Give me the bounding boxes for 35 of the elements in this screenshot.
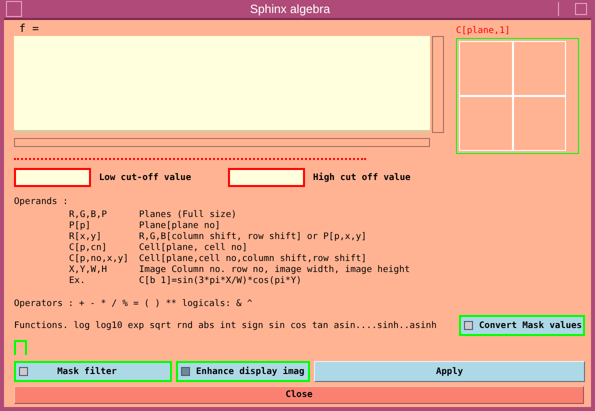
operand-symbol: P[p] [69,221,92,232]
preview-label: C[plane,1] [456,25,512,34]
operand-symbol: X,Y,W,H [69,265,108,276]
operand-description: Plane[plane no] [139,221,222,232]
operand-symbol: R[x,y] [69,232,103,243]
functions-text: Functions. log log10 exp sqrt rnd abs int sign sin cos tan asin....sinh..asinh [14,320,438,330]
window-title: Sphinx algebra [248,2,332,16]
operand-symbol: C[p,cn] [69,243,108,254]
cutoff-field[interactable] [228,168,305,187]
operands-heading: Operands : [14,197,70,208]
empty-frame [14,340,27,355]
operand-symbol: C[p,no,x,y] [69,254,130,265]
cutoff-label: High cut off value [313,172,412,182]
operand-symbol: R,G,B,P [69,210,108,221]
cutoff-field[interactable] [14,168,91,187]
operators-text: Operators : + - * / % = ( ) ** logicals: & ^ [14,299,254,309]
expression-label: f = [18,21,40,36]
apply-button[interactable]: Apply [314,361,585,382]
checkbox[interactable]: Convert Mask values [459,315,585,336]
checkbox[interactable]: Mask filter [14,361,172,382]
window-menu-icon[interactable] [6,1,22,17]
maximize-icon[interactable] [575,3,587,15]
operand-description: Planes (Full size) [139,210,238,221]
cutoff-label: Low cut-off value [99,172,192,182]
operand-description: Cell[plane,cell no,column shift,row shift] [139,254,368,265]
checkbox[interactable]: Enhance display imag [176,361,310,382]
operand-symbol: Ex. [69,276,86,287]
close-button[interactable]: Close [14,386,584,404]
expression-editor[interactable] [14,36,430,133]
operand-description: R,G,B[column shift, row shift] or P[p,x,y] [139,232,368,243]
vertical-scrollbar[interactable] [432,36,444,133]
operand-description: Image Column no. row no, image width, image height [139,265,410,276]
horizontal-scrollbar[interactable] [14,138,430,147]
operand-description: Cell[plane, cell no] [139,243,248,254]
operand-description: C[b 1]=sin(3*pi*X/W)*cos(pi*Y) [139,276,303,287]
